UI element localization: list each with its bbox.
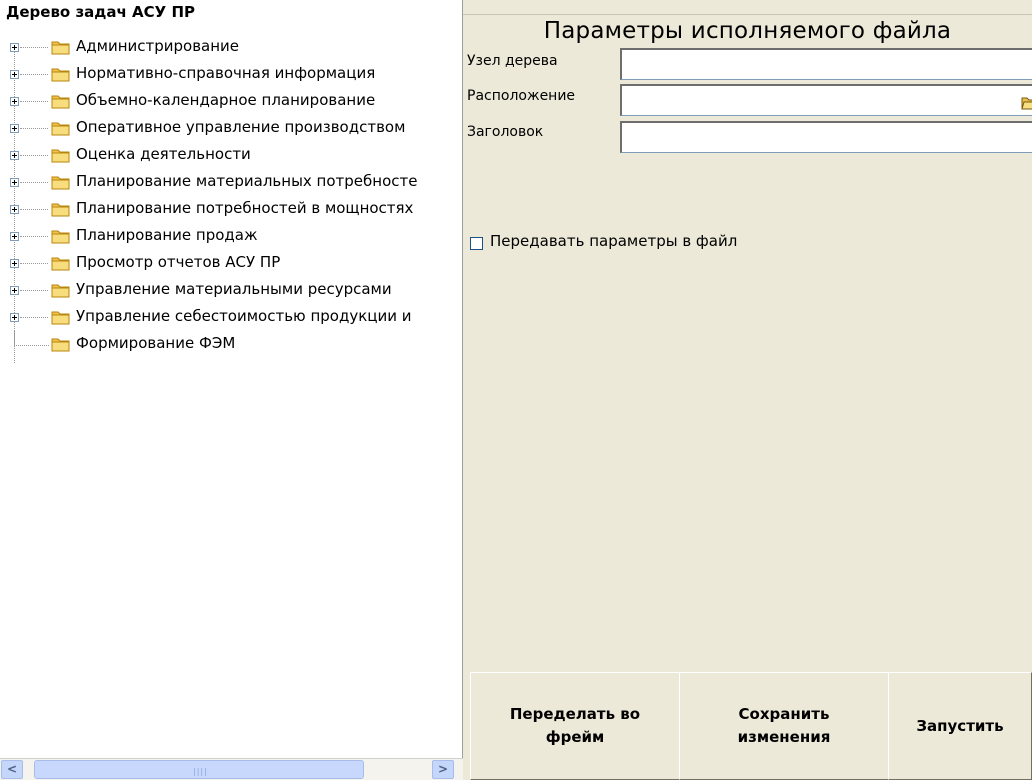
tree-item[interactable]: Объемно-календарное планирование: [0, 90, 463, 117]
tree-item-label: Администрирование: [76, 37, 240, 55]
tree-connector: [20, 263, 48, 264]
task-tree-panel: Дерево задач АСУ ПР Администрирование Нор…: [0, 0, 463, 780]
expand-plus-icon[interactable]: [10, 151, 19, 160]
tree-item-label: Планирование материальных потребносте: [76, 172, 418, 190]
tree-connector: [14, 331, 49, 346]
tree-item[interactable]: Просмотр отчетов АСУ ПР: [0, 252, 463, 279]
folder-icon: [51, 94, 70, 109]
folder-icon: [51, 40, 70, 55]
location-input[interactable]: [620, 84, 1032, 116]
tree-item[interactable]: Оценка деятельности: [0, 144, 463, 171]
arrow-right-icon: >: [437, 762, 449, 776]
tree-connector: [20, 47, 48, 48]
run-button[interactable]: Запустить: [888, 672, 1032, 780]
tree-item[interactable]: Планирование материальных потребносте: [0, 171, 463, 198]
folder-icon: [51, 175, 70, 190]
tree-connector: [20, 101, 48, 102]
folder-icon: [51, 67, 70, 82]
tree-item-label: Управление материальными ресурсами: [76, 280, 392, 298]
tree-item[interactable]: Администрирование: [0, 36, 463, 63]
expand-plus-icon[interactable]: [10, 259, 19, 268]
expand-plus-icon[interactable]: [10, 232, 19, 241]
folder-icon: [51, 337, 70, 352]
tree-item[interactable]: Управление себестоимостью продукции и: [0, 306, 463, 333]
tree-connector: [20, 128, 48, 129]
tree-connector: [20, 209, 48, 210]
tree-item-label: Оперативное управление производством: [76, 118, 406, 136]
expand-plus-icon[interactable]: [10, 178, 19, 187]
folder-icon: [51, 256, 70, 271]
tree-item[interactable]: Управление материальными ресурсами: [0, 279, 463, 306]
tree-item[interactable]: Планирование продаж: [0, 225, 463, 252]
convert-to-frame-label: Переделать во фрейм: [509, 705, 641, 746]
expand-plus-icon[interactable]: [10, 124, 19, 133]
save-changes-label: Сохранить изменения: [737, 705, 831, 746]
expand-plus-icon[interactable]: [10, 70, 19, 79]
tree-connector: [20, 74, 48, 75]
caption-input[interactable]: [620, 121, 1032, 153]
folder-icon: [51, 310, 70, 325]
tree-item-label: Объемно-календарное планирование: [76, 91, 376, 109]
pass-params-checkbox[interactable]: [470, 237, 483, 250]
arrow-left-icon: <: [6, 762, 18, 776]
expand-plus-icon[interactable]: [10, 205, 19, 214]
scroll-left-button[interactable]: <: [1, 760, 23, 779]
tree-list: Администрирование Нормативно-справочная и…: [0, 36, 463, 360]
save-changes-button[interactable]: Сохранить изменения: [679, 672, 889, 780]
folder-icon: [51, 202, 70, 217]
tree-item-label: Планирование продаж: [76, 226, 258, 244]
expand-plus-icon[interactable]: [10, 286, 19, 295]
caption-label: Заголовок: [467, 124, 544, 140]
run-label: Запустить: [916, 716, 1004, 735]
grip-icon: ||||: [193, 767, 208, 776]
tree-item[interactable]: Оперативное управление производством: [0, 117, 463, 144]
scroll-right-button[interactable]: >: [432, 760, 454, 779]
folder-icon: [51, 148, 70, 163]
expand-plus-icon[interactable]: [10, 313, 19, 322]
tree-item-label: Формирование ФЭМ: [76, 334, 236, 352]
tree-connector: [20, 155, 48, 156]
tree-item-label: Нормативно-справочная информация: [76, 64, 376, 82]
tree-connector: [20, 182, 48, 183]
tree-item-label: Просмотр отчетов АСУ ПР: [76, 253, 281, 271]
expand-plus-icon[interactable]: [10, 43, 19, 52]
expand-plus-icon[interactable]: [10, 97, 19, 106]
folder-icon: [51, 121, 70, 136]
tree-connector: [20, 317, 48, 318]
pass-params-label[interactable]: Передавать параметры в файл: [490, 232, 737, 250]
open-folder-icon[interactable]: [1021, 95, 1032, 111]
location-label: Расположение: [467, 88, 576, 104]
folder-icon: [51, 229, 70, 244]
horizontal-scrollbar[interactable]: < |||| >: [0, 758, 463, 780]
form-title: Параметры исполняемого файла: [543, 18, 952, 44]
folder-icon: [51, 283, 70, 298]
scrollbar-thumb[interactable]: ||||: [34, 760, 364, 779]
divider: [463, 14, 1032, 15]
tree-item-label: Управление себестоимостью продукции и: [76, 307, 412, 325]
tree-connector: [20, 290, 48, 291]
tree-item-label: Планирование потребностей в мощностях: [76, 199, 414, 217]
node-input[interactable]: [620, 48, 1032, 80]
tree-item-label: Оценка деятельности: [76, 145, 251, 163]
tree-item[interactable]: Нормативно-справочная информация: [0, 63, 463, 90]
tree-item[interactable]: Формирование ФЭМ: [0, 331, 463, 360]
tree-item[interactable]: Планирование потребностей в мощностях: [0, 198, 463, 225]
file-params-panel: Параметры исполняемого файла Узел дерева…: [463, 0, 1032, 780]
tree-connector: [20, 236, 48, 237]
tree-title: Дерево задач АСУ ПР: [6, 3, 196, 21]
convert-to-frame-button[interactable]: Переделать во фрейм: [470, 672, 680, 780]
node-label: Узел дерева: [467, 53, 558, 69]
